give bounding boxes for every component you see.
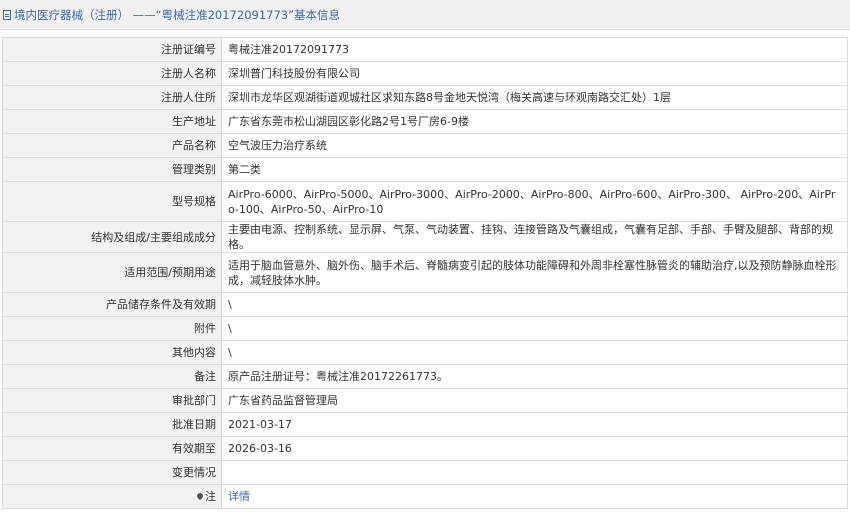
- table-row: 注册人住所 深圳市龙华区观湖街道观城社区求知东路8号金地天悦湾（梅关高速与环观南…: [2, 85, 848, 110]
- note-label: 注: [205, 490, 216, 503]
- row-label: 产品储存条件及有效期: [2, 292, 222, 317]
- note-label-cell: 注: [2, 484, 222, 509]
- row-label: 适用范围/预期用途: [2, 252, 222, 293]
- row-label: 产品名称: [2, 133, 222, 158]
- table-row: 其他内容 \: [2, 340, 848, 365]
- table-row: 审批部门 广东省药品监督管理局: [2, 388, 848, 413]
- row-label: 注册人名称: [2, 61, 222, 86]
- table-row: 有效期至 2026-03-16: [2, 436, 848, 461]
- note-value-cell: 详情: [221, 484, 848, 509]
- table-row: 型号规格 AirPro-6000、AirPro-5000、AirPro-3000…: [2, 181, 848, 222]
- row-value: 广东省东莞市松山湖园区彰化路2号1号厂房6-9楼: [221, 109, 848, 134]
- pin-icon: [195, 491, 205, 501]
- row-label: 变更情况: [2, 460, 222, 485]
- table-row: 结构及组成/主要组成成分 主要由电源、控制系统、显示屏、气泵、气动装置、挂钩、连…: [2, 221, 848, 253]
- row-value: 深圳普门科技股份有限公司: [221, 61, 848, 86]
- row-value: 适用于脑血管意外、脑外伤、脑手术后、脊髓病变引起的肢体功能障碍和外周非栓塞性脉管…: [221, 252, 848, 293]
- table-row: 注册证编号 粤械注准20172091773: [2, 37, 848, 62]
- table-row: 附件 \: [2, 316, 848, 341]
- row-value: 主要由电源、控制系统、显示屏、气泵、气动装置、挂钩、连接管路及气囊组成，气囊有足…: [221, 221, 848, 253]
- row-label: 备注: [2, 364, 222, 389]
- row-value: \: [221, 292, 848, 317]
- row-label: 注册证编号: [2, 37, 222, 62]
- row-value: 粤械注准20172091773: [221, 37, 848, 62]
- row-value: 2026-03-16: [221, 436, 848, 461]
- row-label: 注册人住所: [2, 85, 222, 110]
- page-title: 境内医疗器械（注册） ——“粤械注准20172091773”基本信息: [14, 7, 341, 22]
- row-value: 原产品注册证号：粤械注准20172261773。: [221, 364, 848, 389]
- table-row: 产品储存条件及有效期 \: [2, 292, 848, 317]
- row-value: 空气波压力治疗系统: [221, 133, 848, 158]
- row-value: AirPro-6000、AirPro-5000、AirPro-3000、AirP…: [221, 181, 848, 222]
- page-title-bar: 境内医疗器械（注册） ——“粤械注准20172091773”基本信息: [0, 0, 850, 30]
- row-value: \: [221, 340, 848, 365]
- row-label: 型号规格: [2, 181, 222, 222]
- detail-table-container: 注册证编号 粤械注准20172091773 注册人名称 深圳普门科技股份有限公司…: [2, 37, 848, 509]
- row-value: \: [221, 316, 848, 341]
- detail-table: 注册证编号 粤械注准20172091773 注册人名称 深圳普门科技股份有限公司…: [2, 37, 848, 509]
- row-label: 生产地址: [2, 109, 222, 134]
- table-row: 备注 原产品注册证号：粤械注准20172261773。: [2, 364, 848, 389]
- row-label: 其他内容: [2, 340, 222, 365]
- document-icon: [3, 9, 11, 20]
- table-row: 产品名称 空气波压力治疗系统: [2, 133, 848, 158]
- row-value: 广东省药品监督管理局: [221, 388, 848, 413]
- details-link[interactable]: 详情: [228, 490, 250, 503]
- table-row: 管理类别 第二类: [2, 157, 848, 182]
- row-value: 第二类: [221, 157, 848, 182]
- row-label: 结构及组成/主要组成成分: [2, 221, 222, 253]
- row-label: 批准日期: [2, 412, 222, 437]
- table-row: 变更情况: [2, 460, 848, 485]
- table-row: 注册人名称 深圳普门科技股份有限公司: [2, 61, 848, 86]
- row-label: 审批部门: [2, 388, 222, 413]
- table-row: 批准日期 2021-03-17: [2, 412, 848, 437]
- row-label: 附件: [2, 316, 222, 341]
- note-row: 注 详情: [2, 484, 848, 509]
- row-label: 有效期至: [2, 436, 222, 461]
- row-value: 深圳市龙华区观湖街道观城社区求知东路8号金地天悦湾（梅关高速与环观南路交汇处）1…: [221, 85, 848, 110]
- row-value: [221, 460, 848, 485]
- row-label: 管理类别: [2, 157, 222, 182]
- row-value: 2021-03-17: [221, 412, 848, 437]
- table-row: 适用范围/预期用途 适用于脑血管意外、脑外伤、脑手术后、脊髓病变引起的肢体功能障…: [2, 252, 848, 293]
- table-row: 生产地址 广东省东莞市松山湖园区彰化路2号1号厂房6-9楼: [2, 109, 848, 134]
